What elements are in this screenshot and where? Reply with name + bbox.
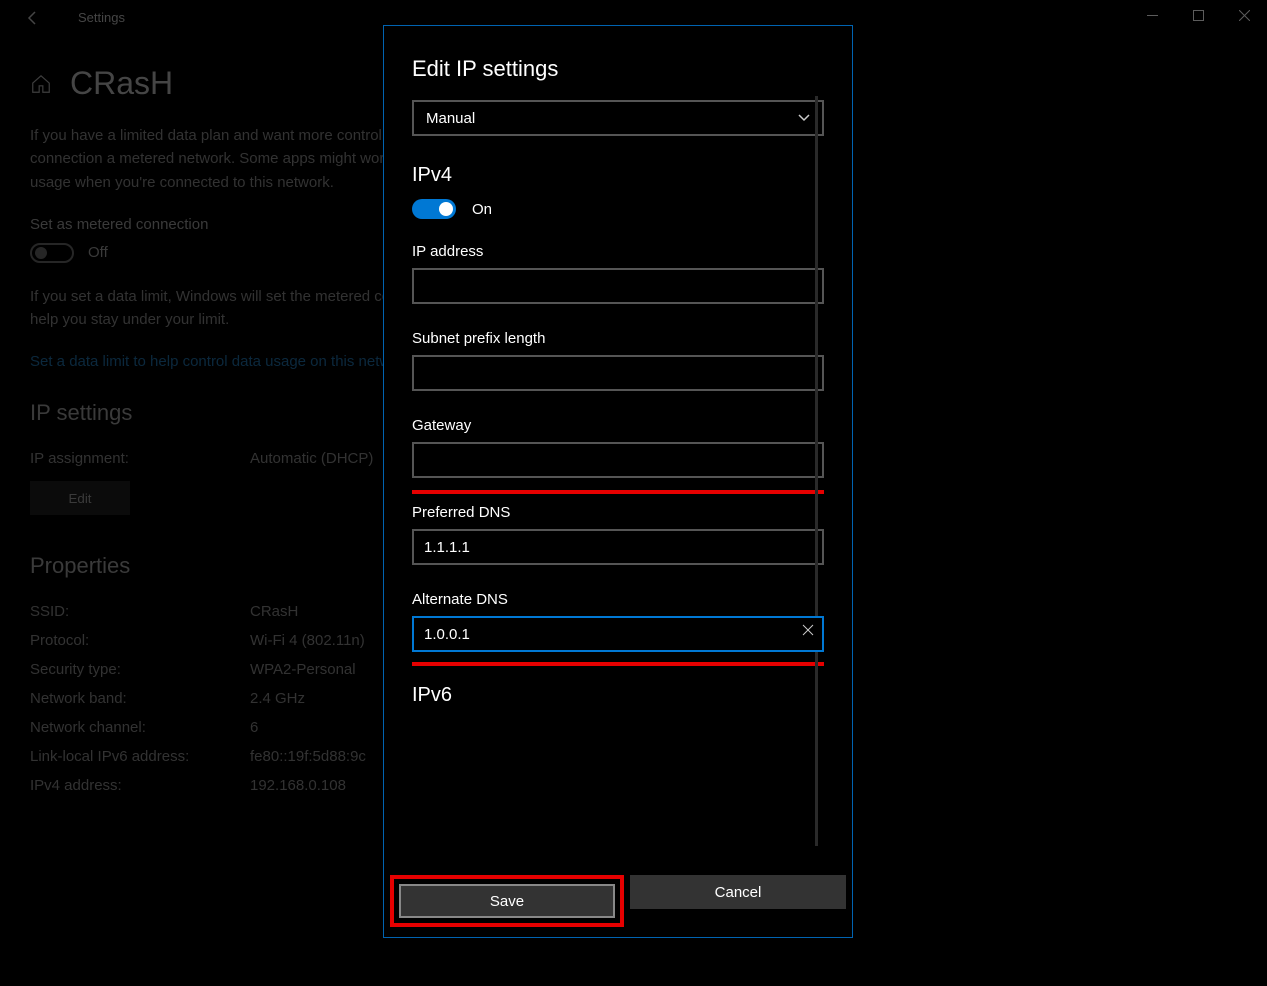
dialog-scrollbar[interactable] bbox=[815, 96, 818, 846]
chevron-down-icon bbox=[798, 114, 810, 122]
save-highlight: Save bbox=[390, 875, 624, 927]
ipv4-heading: IPv4 bbox=[412, 164, 824, 187]
subnet-input[interactable] bbox=[412, 355, 824, 391]
ipv6-heading: IPv6 bbox=[412, 684, 824, 707]
clear-input-icon[interactable] bbox=[802, 624, 814, 636]
ip-mode-select[interactable]: Manual bbox=[412, 100, 824, 136]
subnet-label: Subnet prefix length bbox=[412, 330, 824, 347]
preferred-dns-label: Preferred DNS bbox=[412, 504, 824, 521]
ipv4-toggle-state: On bbox=[472, 201, 492, 218]
ip-address-input[interactable] bbox=[412, 268, 824, 304]
preferred-dns-input[interactable] bbox=[412, 529, 824, 565]
gateway-input[interactable] bbox=[412, 442, 824, 478]
dialog-title: Edit IP settings bbox=[412, 56, 824, 82]
ip-mode-value: Manual bbox=[426, 110, 475, 127]
dialog-footer: Save Cancel bbox=[384, 875, 852, 937]
alternate-dns-label: Alternate DNS bbox=[412, 591, 824, 608]
dns-highlight: Preferred DNS Alternate DNS bbox=[412, 490, 824, 666]
save-button[interactable]: Save bbox=[399, 884, 615, 918]
gateway-label: Gateway bbox=[412, 417, 824, 434]
ipv4-toggle[interactable] bbox=[412, 199, 456, 219]
cancel-button[interactable]: Cancel bbox=[630, 875, 846, 909]
alternate-dns-input[interactable] bbox=[412, 616, 824, 652]
ip-address-label: IP address bbox=[412, 243, 824, 260]
edit-ip-dialog: Edit IP settings Manual IPv4 On IP addre… bbox=[383, 25, 853, 938]
